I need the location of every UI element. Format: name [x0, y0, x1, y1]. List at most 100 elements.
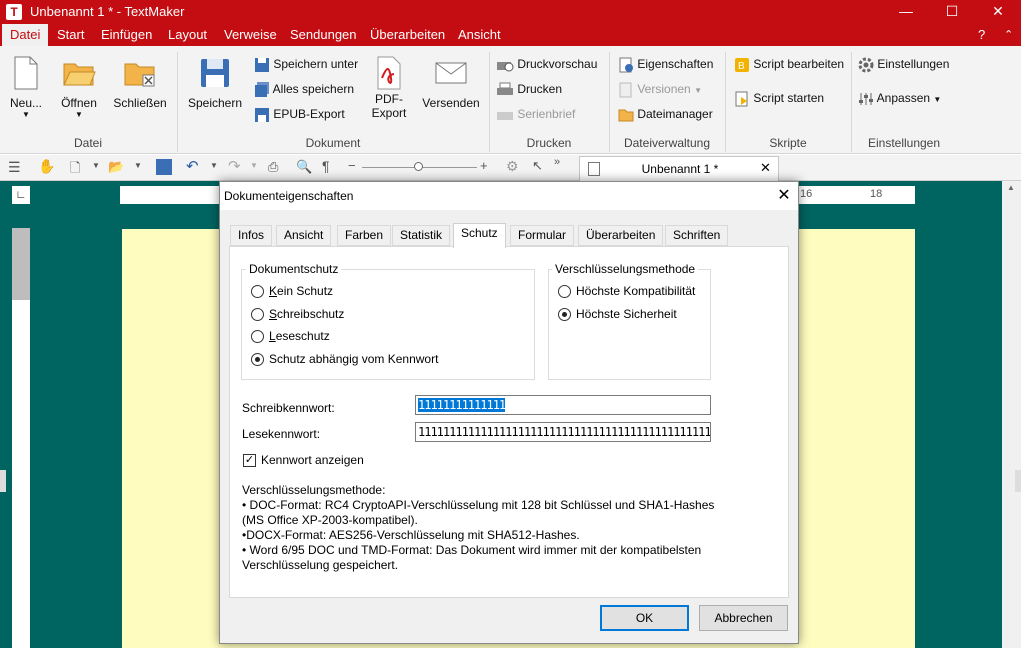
close-window-button[interactable]: ✕: [975, 0, 1021, 24]
file-manager-icon: [618, 109, 634, 122]
radio-no-protection-label[interactable]: Kein Schutz: [269, 284, 333, 298]
pdf-export-button[interactable]: PDF- Export: [364, 56, 414, 131]
new-button[interactable]: Neu... ▼: [4, 56, 48, 131]
radio-write-protection-label[interactable]: Schreibschutz: [269, 307, 344, 321]
zoom-in-icon[interactable]: +: [480, 158, 488, 173]
tab-schutz[interactable]: Schutz: [453, 223, 506, 248]
overflow-icon[interactable]: »: [554, 156, 560, 168]
menu-ansicht[interactable]: Ansicht: [450, 24, 509, 46]
run-script-button[interactable]: Script starten: [734, 88, 824, 108]
cancel-button[interactable]: Abbrechen: [699, 605, 788, 631]
help-icon[interactable]: ?: [970, 24, 993, 46]
file-manager-button[interactable]: Dateimanager: [618, 104, 713, 124]
info-line: •DOCX-Format: AES256-Verschlüsselung mit…: [242, 528, 580, 542]
gear-small-icon[interactable]: ⚙: [506, 158, 519, 175]
right-panel-handle[interactable]: [1015, 470, 1021, 492]
radio-read-protection[interactable]: [251, 330, 264, 343]
radio-password-protection-label[interactable]: Schutz abhängig vom Kennwort: [269, 352, 438, 366]
save-all-button[interactable]: Alles speichern: [254, 79, 354, 99]
epub-export-button[interactable]: EPUB-Export: [254, 104, 345, 124]
menu-lines-icon[interactable]: ☰: [8, 159, 21, 176]
open-button[interactable]: Öffnen ▼: [54, 56, 104, 131]
minimize-button[interactable]: —: [883, 0, 929, 24]
vertical-scrollbar[interactable]: ▲: [1002, 181, 1021, 648]
zoom-slider-thumb[interactable]: [414, 162, 423, 171]
collapse-ribbon-icon[interactable]: ⌃: [996, 24, 1021, 46]
send-button[interactable]: Versenden: [420, 56, 482, 131]
write-password-field[interactable]: 11111111111111: [415, 395, 711, 415]
document-info-icon: [619, 57, 633, 73]
document-properties-dialog: Dokumenteigenschaften ✕ Infos Ansicht Fa…: [219, 181, 799, 644]
tab-schriften[interactable]: Schriften: [665, 225, 729, 246]
radio-max-compatibility[interactable]: [558, 285, 571, 298]
menu-start[interactable]: Start: [49, 24, 92, 46]
save-button[interactable]: Speichern: [184, 56, 246, 131]
radio-max-security-label[interactable]: Höchste Sicherheit: [576, 307, 677, 321]
show-password-checkbox[interactable]: ✓: [243, 454, 256, 467]
document-tab[interactable]: Unbenannt 1 * ✕: [579, 156, 779, 181]
properties-button[interactable]: Eigenschaften: [618, 54, 713, 74]
dialog-close-icon[interactable]: ✕: [772, 185, 796, 207]
edit-script-button[interactable]: B Script bearbeiten: [734, 54, 844, 74]
save-small-icon[interactable]: [156, 159, 172, 175]
menu-sendungen[interactable]: Sendungen: [282, 24, 365, 46]
customize-button[interactable]: Anpassen ▼: [858, 88, 941, 108]
versions-button[interactable]: Versionen ▼: [618, 79, 702, 99]
hand-icon[interactable]: ✋: [38, 158, 55, 175]
menu-verweise[interactable]: Verweise: [216, 24, 285, 46]
folder-close-icon: [124, 63, 155, 87]
menu-einfuegen[interactable]: Einfügen: [93, 24, 160, 46]
save-as-icon: [255, 57, 269, 72]
print-preview-button[interactable]: Druckvorschau: [496, 54, 597, 74]
radio-max-security[interactable]: [558, 308, 571, 321]
close-document-button[interactable]: Schließen: [110, 56, 170, 131]
menu-layout[interactable]: Layout: [160, 24, 215, 46]
dropdown-arrow-icon[interactable]: ▼: [250, 161, 258, 170]
ok-button[interactable]: OK: [600, 605, 689, 631]
menu-ueberarbeiten[interactable]: Überarbeiten: [362, 24, 453, 46]
save-as-button[interactable]: Speichern unter: [254, 54, 358, 74]
scroll-up-icon[interactable]: ▲: [1007, 183, 1015, 192]
zoom-out-icon[interactable]: −: [348, 158, 356, 173]
tab-ansicht[interactable]: Ansicht: [276, 225, 332, 246]
tab-farben[interactable]: Farben: [337, 225, 392, 246]
radio-read-protection-label[interactable]: Leseschutz: [269, 329, 330, 343]
group-label-dokument: Dokument: [305, 136, 361, 150]
tab-formular[interactable]: Formular: [510, 225, 575, 246]
print-small-icon[interactable]: ⎙: [268, 159, 278, 175]
mail-merge-button[interactable]: Serienbrief: [496, 104, 575, 124]
settings-button[interactable]: Einstellungen: [858, 54, 949, 74]
read-password-field[interactable]: 1111111111111111111111111111111111111111…: [415, 422, 711, 442]
undo-icon[interactable]: ↶: [186, 157, 199, 175]
save-all-icon: [255, 81, 269, 97]
radio-max-compatibility-label[interactable]: Höchste Kompatibilität: [576, 284, 695, 298]
redo-icon[interactable]: ↷: [228, 157, 241, 175]
show-password-label[interactable]: Kennwort anzeigen: [261, 453, 364, 467]
tab-infos[interactable]: Infos: [230, 225, 273, 246]
close-tab-icon[interactable]: ✕: [760, 160, 771, 176]
maximize-button[interactable]: ☐: [929, 0, 975, 24]
print-preview-label: Druckvorschau: [517, 57, 598, 71]
menu-datei[interactable]: Datei: [2, 24, 49, 46]
left-panel-handle[interactable]: [0, 470, 6, 492]
document-tab-title: Unbenannt 1 *: [641, 162, 719, 176]
open-small-icon[interactable]: 📂: [108, 159, 124, 175]
radio-no-protection[interactable]: [251, 285, 264, 298]
pilcrow-icon[interactable]: ¶: [322, 158, 330, 174]
new-document-small-icon[interactable]: 🗋: [70, 159, 80, 181]
radio-write-protection[interactable]: [251, 308, 264, 321]
send-button-label: Versenden: [422, 96, 480, 110]
info-line: Verschlüsselungsmethode:: [242, 483, 386, 497]
radio-password-protection[interactable]: [251, 353, 264, 366]
group-label-einstellungen: Einstellungen: [867, 136, 941, 150]
print-button[interactable]: Drucken: [496, 79, 562, 99]
dropdown-arrow-icon[interactable]: ▼: [92, 161, 100, 170]
tab-statistik[interactable]: Statistik: [392, 225, 451, 246]
pointer-icon[interactable]: ↖: [532, 158, 543, 174]
tab-ueberarbeiten[interactable]: Überarbeiten: [578, 225, 664, 246]
tab-panel-schutz: Dokumentschutz Kein Schutz Schreibschutz…: [229, 246, 789, 598]
dropdown-arrow-icon[interactable]: ▼: [134, 161, 142, 170]
dropdown-arrow-icon[interactable]: ▼: [210, 161, 218, 170]
tab-stop-selector[interactable]: ∟: [12, 186, 30, 204]
print-preview-small-icon[interactable]: 🔍: [296, 159, 312, 175]
